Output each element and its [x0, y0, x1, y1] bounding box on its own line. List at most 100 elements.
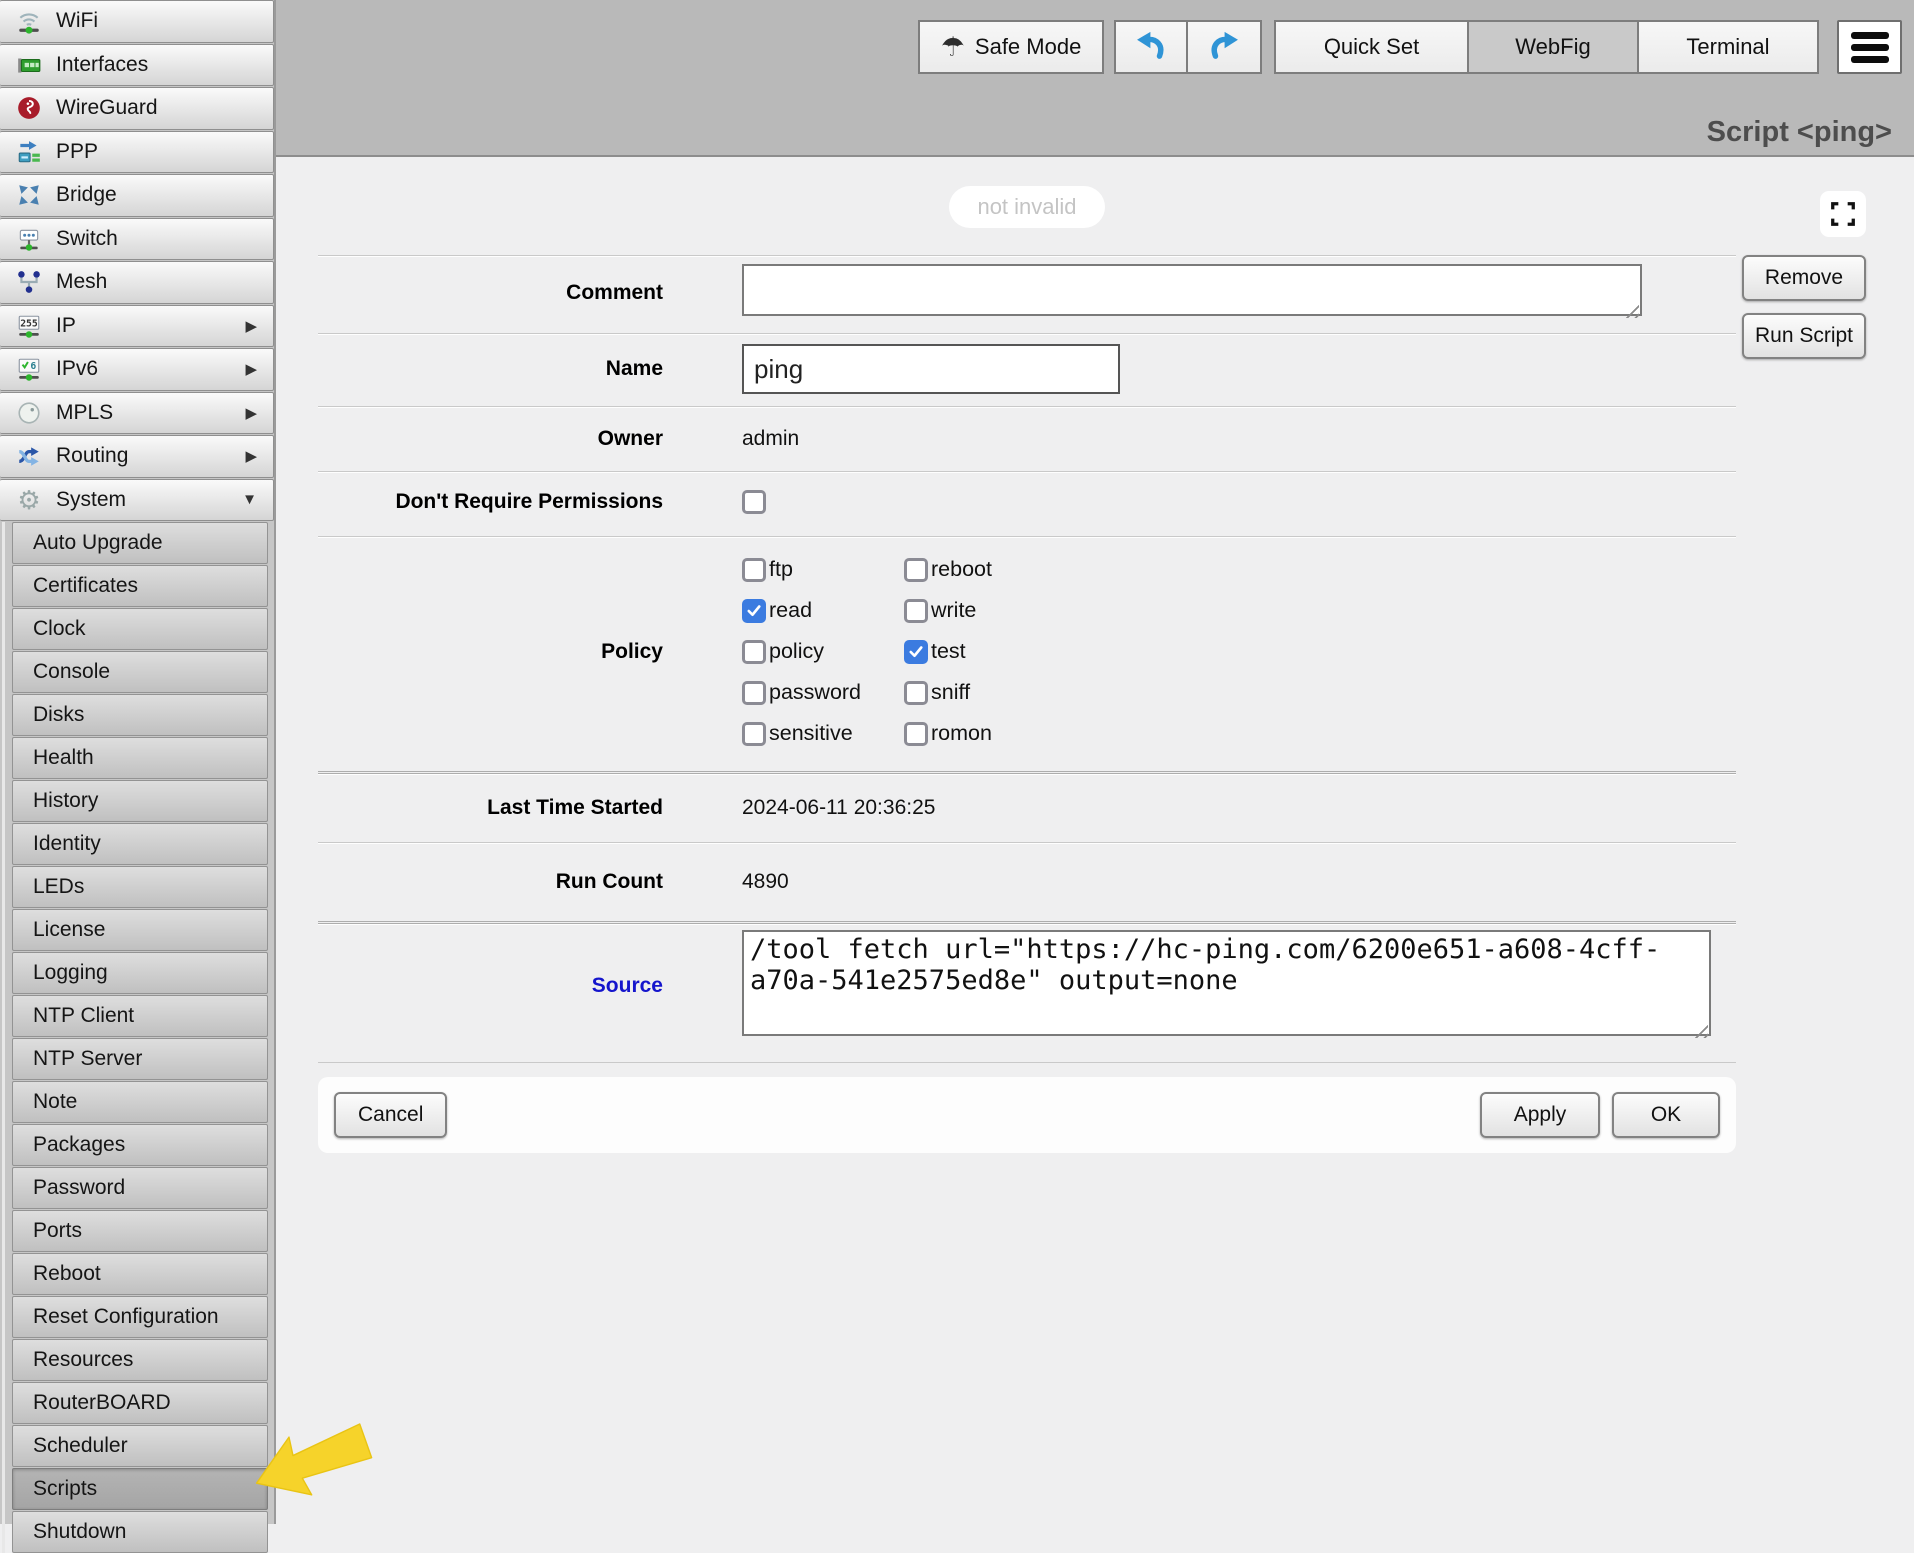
- apply-button[interactable]: Apply: [1480, 1092, 1600, 1138]
- dont-require-permissions-checkbox[interactable]: [742, 490, 766, 514]
- sidebar-item-ppp[interactable]: PPP: [0, 131, 274, 174]
- policy-row: Policy ftp reboot read write policy test…: [318, 536, 1736, 771]
- sidebar-item-system[interactable]: ⚙ System ▼: [0, 479, 274, 522]
- wifi-icon: [14, 8, 44, 34]
- sidebar-item-certificates[interactable]: Certificates: [12, 565, 268, 607]
- sidebar-item-label: System: [56, 488, 126, 512]
- sidebar-item-label: Switch: [56, 227, 118, 251]
- sidebar-item-wifi[interactable]: WiFi: [0, 0, 274, 43]
- sidebar-item-scripts[interactable]: Scripts: [12, 1468, 268, 1510]
- sidebar-item-password[interactable]: Password: [12, 1167, 268, 1209]
- sidebar-item-scheduler[interactable]: Scheduler: [12, 1425, 268, 1467]
- sidebar-item-ipv6[interactable]: 6 IPv6 ▶: [0, 348, 274, 391]
- read-checkbox[interactable]: [742, 599, 766, 623]
- last-time-started-row: Last Time Started 2024-06-11 20:36:25: [318, 771, 1736, 842]
- sidebar-item-leds[interactable]: LEDs: [12, 866, 268, 908]
- mesh-icon: [14, 269, 44, 295]
- comment-field[interactable]: [742, 264, 1642, 316]
- run-count-row: Run Count 4890: [318, 842, 1736, 921]
- last-time-started-label: Last Time Started: [318, 796, 742, 820]
- sidebar-item-ports[interactable]: Ports: [12, 1210, 268, 1252]
- sidebar-item-switch[interactable]: Switch: [0, 218, 274, 261]
- submenu-arrow-icon: ▶: [245, 404, 273, 422]
- sidebar-item-reset-configuration[interactable]: Reset Configuration: [12, 1296, 268, 1338]
- sidebar-item-ntp-client[interactable]: NTP Client: [12, 995, 268, 1037]
- run-script-button[interactable]: Run Script: [1742, 313, 1866, 359]
- sidebar-item-console[interactable]: Console: [12, 651, 268, 693]
- sidebar-item-mesh[interactable]: Mesh: [0, 261, 274, 304]
- quick-set-label: Quick Set: [1324, 34, 1419, 60]
- policy-checkbox[interactable]: [742, 640, 766, 664]
- tab-webfig-active[interactable]: WebFig: [1467, 20, 1639, 74]
- wireguard-icon: [14, 95, 44, 121]
- form-button-bar: Cancel Apply OK: [318, 1077, 1736, 1153]
- redo-button[interactable]: [1186, 20, 1262, 74]
- source-field[interactable]: /tool fetch url="https://hc-ping.com/620…: [742, 930, 1711, 1036]
- cancel-button[interactable]: Cancel: [334, 1092, 447, 1138]
- webfig-label: WebFig: [1515, 34, 1590, 60]
- test-checkbox[interactable]: [904, 640, 928, 664]
- fullscreen-button[interactable]: [1820, 191, 1866, 237]
- sidebar-item-health[interactable]: Health: [12, 737, 268, 779]
- sidebar-item-disks[interactable]: Disks: [12, 694, 268, 736]
- sidebar-item-label: WiFi: [56, 9, 98, 33]
- sidebar-item-reboot[interactable]: Reboot: [12, 1253, 268, 1295]
- svg-text:255: 255: [20, 318, 38, 329]
- ok-button[interactable]: OK: [1612, 1092, 1720, 1138]
- tab-terminal[interactable]: Terminal: [1637, 20, 1819, 74]
- sidebar-item-logging[interactable]: Logging: [12, 952, 268, 994]
- sidebar-item-label: IPv6: [56, 357, 98, 381]
- owner-value: admin: [742, 427, 799, 451]
- sidebar-item-interfaces[interactable]: Interfaces: [0, 44, 274, 87]
- sidebar-item-routerboard[interactable]: RouterBOARD: [12, 1382, 268, 1424]
- sidebar-item-resources[interactable]: Resources: [12, 1339, 268, 1381]
- sidebar-item-wireguard[interactable]: WireGuard: [0, 87, 274, 130]
- sidebar-item-mpls[interactable]: MPLS ▶: [0, 392, 274, 435]
- sidebar-item-label: Routing: [56, 444, 128, 468]
- hamburger-icon: [1851, 32, 1889, 39]
- reboot-checkbox[interactable]: [904, 558, 928, 582]
- name-field[interactable]: [742, 344, 1120, 394]
- header-bar: ☂ Safe Mode Quick Set WebFig Terminal Sc…: [276, 0, 1914, 157]
- sidebar-item-label: Interfaces: [56, 53, 148, 77]
- undo-button[interactable]: [1114, 20, 1188, 74]
- fullscreen-icon: [1829, 200, 1857, 228]
- ftp-checkbox[interactable]: [742, 558, 766, 582]
- romon-checkbox[interactable]: [904, 722, 928, 746]
- undo-icon: [1134, 27, 1168, 67]
- sidebar-item-auto-upgrade[interactable]: Auto Upgrade: [12, 522, 268, 564]
- sidebar-item-ip[interactable]: 255 IP ▶: [0, 305, 274, 348]
- submenu-arrow-icon: ▶: [245, 447, 273, 465]
- sidebar-item-identity[interactable]: Identity: [12, 823, 268, 865]
- source-label: Source: [318, 974, 742, 998]
- sidebar-item-bridge[interactable]: Bridge: [0, 174, 274, 217]
- sniff-checkbox[interactable]: [904, 681, 928, 705]
- sidebar-item-packages[interactable]: Packages: [12, 1124, 268, 1166]
- hamburger-menu-button[interactable]: [1837, 20, 1902, 74]
- terminal-label: Terminal: [1686, 34, 1769, 60]
- password-checkbox[interactable]: [742, 681, 766, 705]
- sidebar-item-license[interactable]: License: [12, 909, 268, 951]
- mpls-icon: [14, 400, 44, 426]
- title-row: Script <ping>: [276, 74, 1914, 155]
- sensitive-checkbox[interactable]: [742, 722, 766, 746]
- svg-text:6: 6: [30, 361, 36, 372]
- sidebar-item-routing[interactable]: Routing ▶: [0, 435, 274, 478]
- tab-quick-set[interactable]: Quick Set: [1274, 20, 1469, 74]
- sidebar-item-shutdown[interactable]: Shutdown: [12, 1511, 268, 1553]
- policy-option-test: test: [904, 631, 1124, 672]
- sidebar-item-label: IP: [56, 314, 76, 338]
- source-row: Source /tool fetch url="https://hc-ping.…: [318, 921, 1736, 1063]
- policy-option-ftp: ftp: [742, 549, 904, 590]
- write-checkbox[interactable]: [904, 599, 928, 623]
- sidebar-item-clock[interactable]: Clock: [12, 608, 268, 650]
- run-count-label: Run Count: [318, 870, 742, 894]
- routing-icon: [14, 443, 44, 469]
- main-content: Remove Run Script not invalid Comment Na…: [276, 159, 1914, 1524]
- sidebar-item-history[interactable]: History: [12, 780, 268, 822]
- sidebar-item-note[interactable]: Note: [12, 1081, 268, 1123]
- sidebar-item-ntp-server[interactable]: NTP Server: [12, 1038, 268, 1080]
- dont-require-permissions-row: Don't Require Permissions: [318, 471, 1736, 536]
- remove-button[interactable]: Remove: [1742, 255, 1866, 301]
- safe-mode-button[interactable]: ☂ Safe Mode: [918, 20, 1104, 74]
